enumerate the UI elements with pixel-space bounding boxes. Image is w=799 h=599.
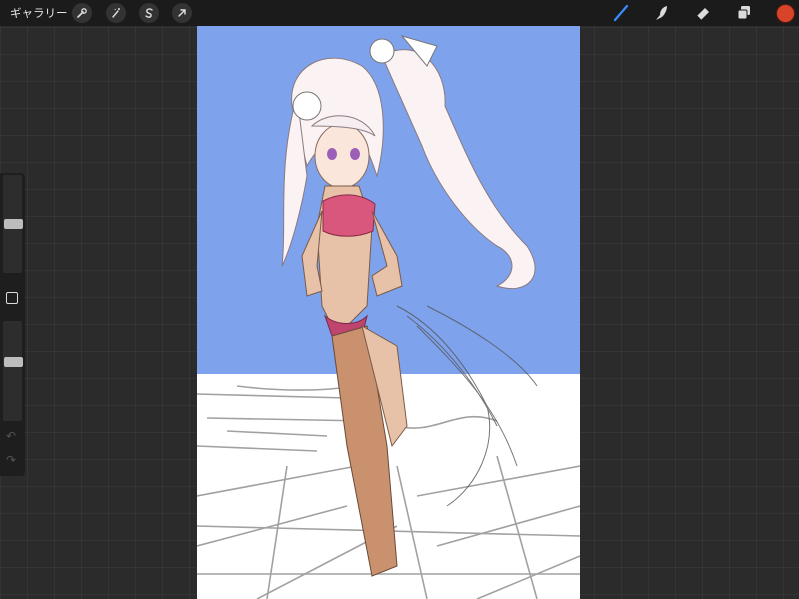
modify-square-icon[interactable] (6, 292, 18, 304)
gallery-button[interactable]: ギャラリー (10, 4, 68, 22)
opacity-thumb[interactable] (4, 357, 23, 367)
selection-s-icon[interactable] (139, 3, 159, 23)
brush-size-slider[interactable] (3, 175, 23, 273)
brush-icon[interactable] (611, 3, 631, 23)
sketch-artwork (197, 26, 580, 599)
smudge-icon[interactable] (651, 3, 671, 23)
transform-arrow-icon[interactable] (172, 3, 192, 23)
undo-icon[interactable]: ↶ (6, 429, 16, 443)
eraser-icon[interactable] (693, 3, 713, 23)
top-toolbar: ギャラリー (0, 0, 799, 26)
redo-icon[interactable]: ↷ (6, 453, 16, 467)
opacity-slider[interactable] (3, 321, 23, 421)
color-picker-button[interactable] (776, 4, 795, 23)
adjustments-magic-wand-icon[interactable] (106, 3, 126, 23)
layers-icon[interactable] (734, 3, 754, 23)
drawing-canvas[interactable] (197, 26, 580, 599)
left-sidebar: ↶ ↷ (0, 173, 25, 476)
sky-fill (197, 26, 580, 374)
brush-size-thumb[interactable] (4, 219, 23, 229)
actions-wrench-icon[interactable] (72, 3, 92, 23)
